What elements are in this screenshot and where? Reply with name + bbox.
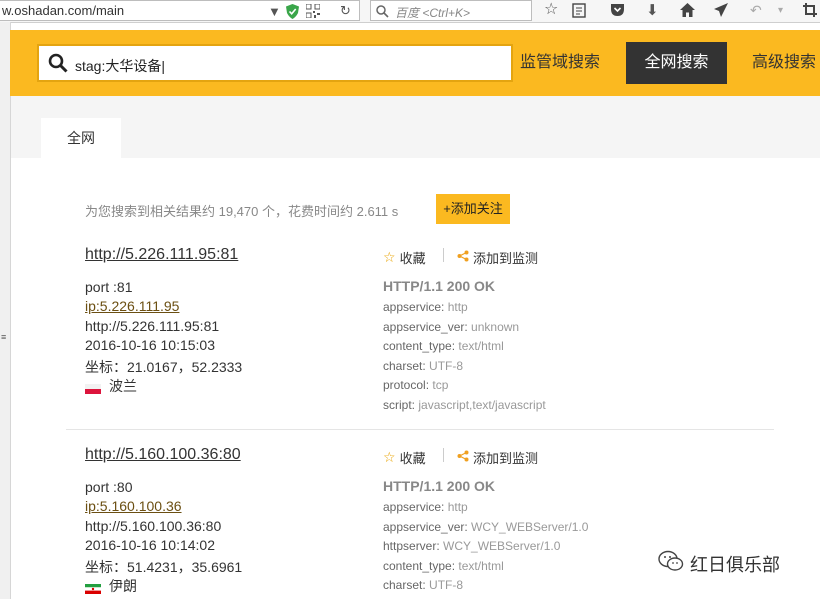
result-title-link[interactable]: http://5.160.100.36:80 (85, 446, 241, 464)
http-status: HTTP/1.1 200 OK (383, 478, 496, 494)
share-icon (457, 450, 469, 465)
search-input[interactable]: stag:大华设备| (37, 44, 513, 82)
favorite-label: 收藏 (399, 251, 426, 266)
result-country: 波兰 (85, 376, 137, 396)
reading-list-icon[interactable] (572, 2, 586, 18)
dropdown-arrow-icon[interactable]: ▼ (268, 3, 281, 19)
address-bar-url: w.oshadan.com/main (2, 3, 125, 18)
action-separator (443, 248, 444, 262)
shield-icon[interactable] (286, 3, 299, 19)
advanced-search-button[interactable]: 高级搜索 (752, 42, 816, 84)
wechat-icon (658, 550, 684, 577)
header-row: httpserver: WCY_WEBServer/1.0 (383, 539, 561, 553)
result-country-name: 伊朗 (109, 578, 137, 594)
header-row: appservice: http (383, 300, 468, 314)
pocket-icon[interactable] (610, 2, 625, 18)
result-divider (66, 429, 774, 430)
result-coords: 坐标：51.4231，35.6961 (85, 559, 243, 575)
browser-toolbar: w.oshadan.com/main ▼ ↻ 百度 <Ctrl+K> ☆ ⬇ ↶… (0, 0, 820, 23)
result-title-link[interactable]: http://5.226.111.95:81 (85, 246, 238, 264)
result-time: 2016-10-16 10:14:02 (85, 537, 215, 553)
result-port: port :81 (85, 279, 133, 295)
header-row: appservice: http (383, 500, 468, 514)
header-row: script: javascript,text/javascript (383, 398, 546, 412)
undo-icon[interactable]: ↶ (750, 2, 762, 18)
favorite-button[interactable]: ☆ 收藏 (383, 448, 426, 467)
result-port: port :80 (85, 479, 133, 495)
region-search-button[interactable]: 监管域搜索 (520, 42, 600, 84)
favorite-button[interactable]: ☆ 收藏 (383, 248, 426, 267)
result-country-name: 波兰 (109, 378, 137, 394)
watermark: 红日俱乐部 (658, 550, 780, 577)
share-icon (457, 250, 469, 265)
result-country: 伊朗 (85, 576, 137, 596)
result-summary: 为您搜索到相关结果约 19,470 个，花费时间约 2.611 s (85, 204, 399, 219)
result-url: http://5.160.100.36:80 (85, 518, 222, 534)
result-url: http://5.226.111.95:81 (85, 318, 220, 334)
browser-search-box[interactable]: 百度 <Ctrl+K> (370, 0, 532, 21)
add-follow-button[interactable]: +添加关注 (436, 194, 510, 224)
result-ip-link[interactable]: ip:5.226.111.95 (85, 298, 179, 314)
result-coords: 坐标：21.0167，52.2333 (85, 359, 243, 375)
result-time: 2016-10-16 10:15:03 (85, 337, 215, 353)
monitor-label: 添加到监测 (473, 451, 539, 466)
favorite-label: 收藏 (399, 451, 426, 466)
tab-bar: 全网 (11, 96, 820, 158)
crop-icon[interactable] (803, 2, 817, 18)
search-query: stag:大华设备| (75, 58, 165, 74)
header-row: content_type: text/html (383, 339, 504, 353)
main-content: 全网 为您搜索到相关结果约 19,470 个，花费时间约 2.611 s +添加… (11, 96, 820, 599)
download-icon[interactable]: ⬇ (646, 2, 659, 19)
left-gutter: ≡ (0, 22, 11, 599)
site-header: stag:大华设备| 监管域搜索 全网搜索 高级搜索 (10, 30, 820, 96)
action-separator (443, 448, 444, 462)
send-icon[interactable] (714, 2, 728, 18)
chevron-down-icon[interactable]: ▾ (778, 2, 783, 18)
header-row: appservice_ver: WCY_WEBServer/1.0 (383, 520, 589, 534)
result-ip-link[interactable]: ip:5.160.100.36 (85, 498, 182, 514)
watermark-text: 红日俱乐部 (690, 554, 780, 575)
search-icon (48, 53, 68, 78)
search-icon (376, 3, 389, 19)
header-row: content_type: text/html (383, 559, 504, 573)
all-search-button[interactable]: 全网搜索 (626, 42, 727, 84)
http-status: HTTP/1.1 200 OK (383, 278, 496, 294)
header-row: appservice_ver: unknown (383, 320, 520, 334)
header-row: charset: UTF-8 (383, 578, 464, 592)
bookmark-star-icon[interactable]: ☆ (544, 1, 558, 18)
address-bar[interactable]: w.oshadan.com/main ▼ ↻ (0, 0, 360, 21)
monitor-label: 添加到监测 (473, 251, 539, 266)
add-monitor-button[interactable]: 添加到监测 (457, 448, 538, 467)
add-monitor-button[interactable]: 添加到监测 (457, 248, 538, 267)
iran-flag-icon (85, 581, 101, 595)
qr-code-icon[interactable] (306, 3, 320, 19)
reload-icon[interactable]: ↻ (340, 3, 351, 19)
star-icon: ☆ (383, 449, 396, 465)
star-icon: ☆ (383, 249, 396, 265)
header-row: charset: UTF-8 (383, 359, 464, 373)
poland-flag-icon (85, 381, 101, 395)
tab-all-network[interactable]: 全网 (41, 118, 121, 158)
browser-search-placeholder: 百度 <Ctrl+K> (395, 6, 471, 20)
resize-handle-icon[interactable]: ≡ (1, 332, 6, 342)
home-icon[interactable] (680, 2, 695, 18)
header-row: protocol: tcp (383, 378, 449, 392)
